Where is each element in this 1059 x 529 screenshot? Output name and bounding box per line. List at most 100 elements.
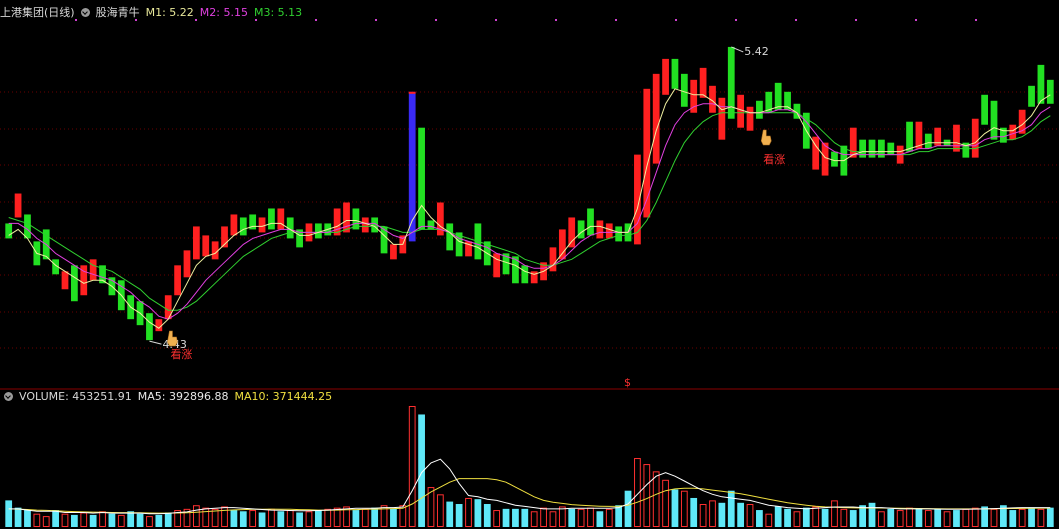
volume-bar xyxy=(821,508,829,527)
price-bar xyxy=(849,127,857,158)
price-bar xyxy=(981,94,988,125)
volume-bar xyxy=(502,508,510,527)
price-bar xyxy=(605,223,613,239)
price-annotations: 4.435.42看涨看涨$ xyxy=(149,45,785,389)
price-bar xyxy=(699,67,707,98)
volume-bar xyxy=(756,510,763,527)
price-bar xyxy=(202,235,210,257)
price-bar xyxy=(239,217,247,236)
volume-bar xyxy=(164,512,172,527)
volume-bar xyxy=(324,508,332,528)
price-bar xyxy=(446,223,454,251)
volume-bar xyxy=(61,513,69,528)
volume-bar xyxy=(239,511,247,527)
volume-bar xyxy=(352,510,360,527)
price-bar xyxy=(652,73,660,164)
price-bar xyxy=(615,226,623,242)
volume-bar xyxy=(577,508,585,528)
volume-bar xyxy=(793,511,801,527)
volume-bar xyxy=(192,505,200,528)
volume-bar xyxy=(643,464,651,527)
high-value-label: 5.42 xyxy=(744,45,769,58)
volume-bar xyxy=(943,511,951,527)
volume-bar xyxy=(671,489,679,527)
volume-bar xyxy=(558,506,566,527)
volume-header: VOLUME: 453251.91 MA5: 392896.88 MA10: 371… xyxy=(0,389,338,405)
volume-ma10: MA10: 371444.25 xyxy=(234,390,333,403)
price-bar xyxy=(5,223,13,239)
price-bar xyxy=(774,82,782,110)
price-bar xyxy=(71,265,78,302)
volume-bar xyxy=(314,510,322,527)
volume-bar xyxy=(52,510,59,527)
volume-bar xyxy=(718,502,726,527)
price-bar xyxy=(906,121,913,152)
price-bar xyxy=(174,265,181,296)
price-bar xyxy=(587,208,594,236)
volume-bar xyxy=(802,507,810,527)
volume-bar xyxy=(840,508,848,528)
volume-bar xyxy=(990,508,998,528)
volume-menu-icon[interactable] xyxy=(4,392,13,401)
volume-bar xyxy=(455,504,463,527)
price-bar xyxy=(971,118,979,158)
volume-bar xyxy=(906,507,913,528)
kline-chart[interactable]: 4.435.42看涨看涨$ xyxy=(0,0,1059,529)
volume-bar xyxy=(568,508,576,527)
top-dot xyxy=(915,19,917,21)
volume-bar xyxy=(474,499,482,527)
volume-bar xyxy=(709,500,716,528)
volume-bar xyxy=(512,508,519,527)
price-bar xyxy=(230,214,238,236)
volume-bar xyxy=(436,494,444,527)
volume-bar xyxy=(14,507,22,527)
price-bar xyxy=(924,133,932,149)
price-bar xyxy=(1028,85,1035,107)
volume-bar xyxy=(408,406,416,527)
volume-bar xyxy=(89,514,97,527)
volume-bar xyxy=(962,508,970,528)
indicator-menu-icon[interactable] xyxy=(80,8,90,17)
volume-bar xyxy=(746,504,754,528)
volume-bar xyxy=(277,511,285,527)
m3-line xyxy=(8,112,1051,311)
volume-bar xyxy=(108,513,116,527)
volume-bar xyxy=(117,514,125,528)
price-bar xyxy=(361,217,369,233)
price-grid xyxy=(0,91,1059,390)
volume-bar xyxy=(1046,507,1054,527)
price-bar xyxy=(1018,109,1026,134)
volume-bar xyxy=(727,490,735,527)
volume-bar xyxy=(887,508,895,527)
price-bar xyxy=(887,142,895,155)
volume-bar xyxy=(540,507,547,528)
top-dot xyxy=(735,19,737,21)
top-dot xyxy=(495,19,497,21)
price-bar xyxy=(390,244,397,260)
price-bar xyxy=(1037,64,1045,104)
volume-bar xyxy=(615,505,623,527)
volume-bar xyxy=(202,507,210,528)
price-bar xyxy=(155,319,163,332)
volume-bar xyxy=(521,508,529,527)
volume-value: VOLUME: 453251.91 xyxy=(19,390,132,403)
volume-bar xyxy=(5,500,13,527)
price-bar xyxy=(427,220,435,230)
volume-bar xyxy=(699,504,707,528)
price-bar xyxy=(14,193,22,218)
volume-bar xyxy=(812,506,820,527)
volume-bar xyxy=(831,500,838,528)
volume-bar xyxy=(361,508,369,528)
top-dot xyxy=(435,19,437,21)
indicator-name: 股海青牛 xyxy=(95,6,140,19)
price-bar xyxy=(268,208,275,230)
price-bar xyxy=(680,73,688,107)
volume-bar xyxy=(258,512,266,527)
m3-value: M3: 5.13 xyxy=(253,6,303,19)
volume-bar xyxy=(934,508,942,527)
volume-bar xyxy=(305,511,313,527)
price-bar xyxy=(24,214,31,239)
top-dot xyxy=(855,19,857,21)
m2-line xyxy=(8,103,1051,320)
volume-bar xyxy=(483,504,491,527)
